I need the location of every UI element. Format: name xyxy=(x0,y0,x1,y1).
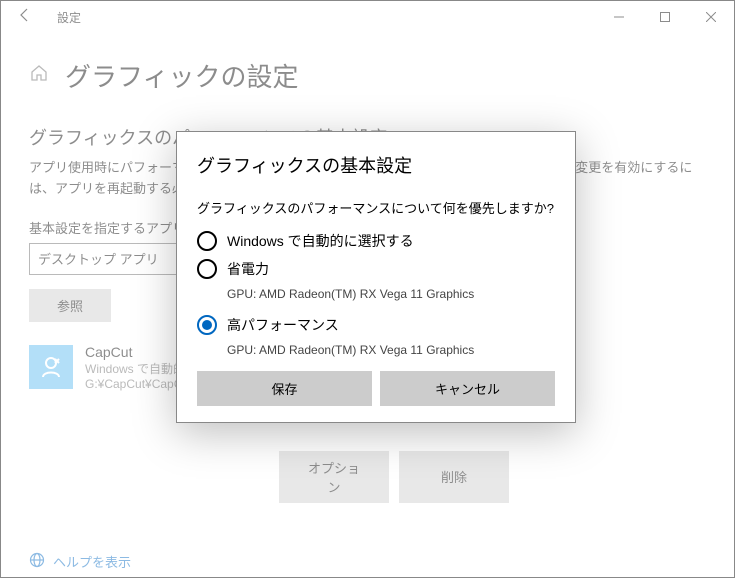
radio-icon xyxy=(197,231,217,251)
radio-option-power-saving[interactable]: 省電力 xyxy=(197,259,555,279)
radio-label: 高パフォーマンス xyxy=(227,315,339,335)
modal-question: グラフィックスのパフォーマンスについて何を優先しますか? xyxy=(197,198,555,217)
cancel-button[interactable]: キャンセル xyxy=(380,371,555,406)
radio-label: Windows で自動的に選択する xyxy=(227,231,414,251)
radio-option-auto[interactable]: Windows で自動的に選択する xyxy=(197,231,555,251)
graphics-pref-modal: グラフィックスの基本設定 グラフィックスのパフォーマンスについて何を優先しますか… xyxy=(176,131,576,423)
radio-icon xyxy=(197,259,217,279)
radio-option-high-perf[interactable]: 高パフォーマンス xyxy=(197,315,555,335)
radio-icon xyxy=(197,315,217,335)
radio-sub: GPU: AMD Radeon(TM) RX Vega 11 Graphics xyxy=(227,287,555,301)
radio-label: 省電力 xyxy=(227,259,269,279)
save-button[interactable]: 保存 xyxy=(197,371,372,406)
modal-title: グラフィックスの基本設定 xyxy=(197,152,555,178)
radio-sub: GPU: AMD Radeon(TM) RX Vega 11 Graphics xyxy=(227,343,555,357)
